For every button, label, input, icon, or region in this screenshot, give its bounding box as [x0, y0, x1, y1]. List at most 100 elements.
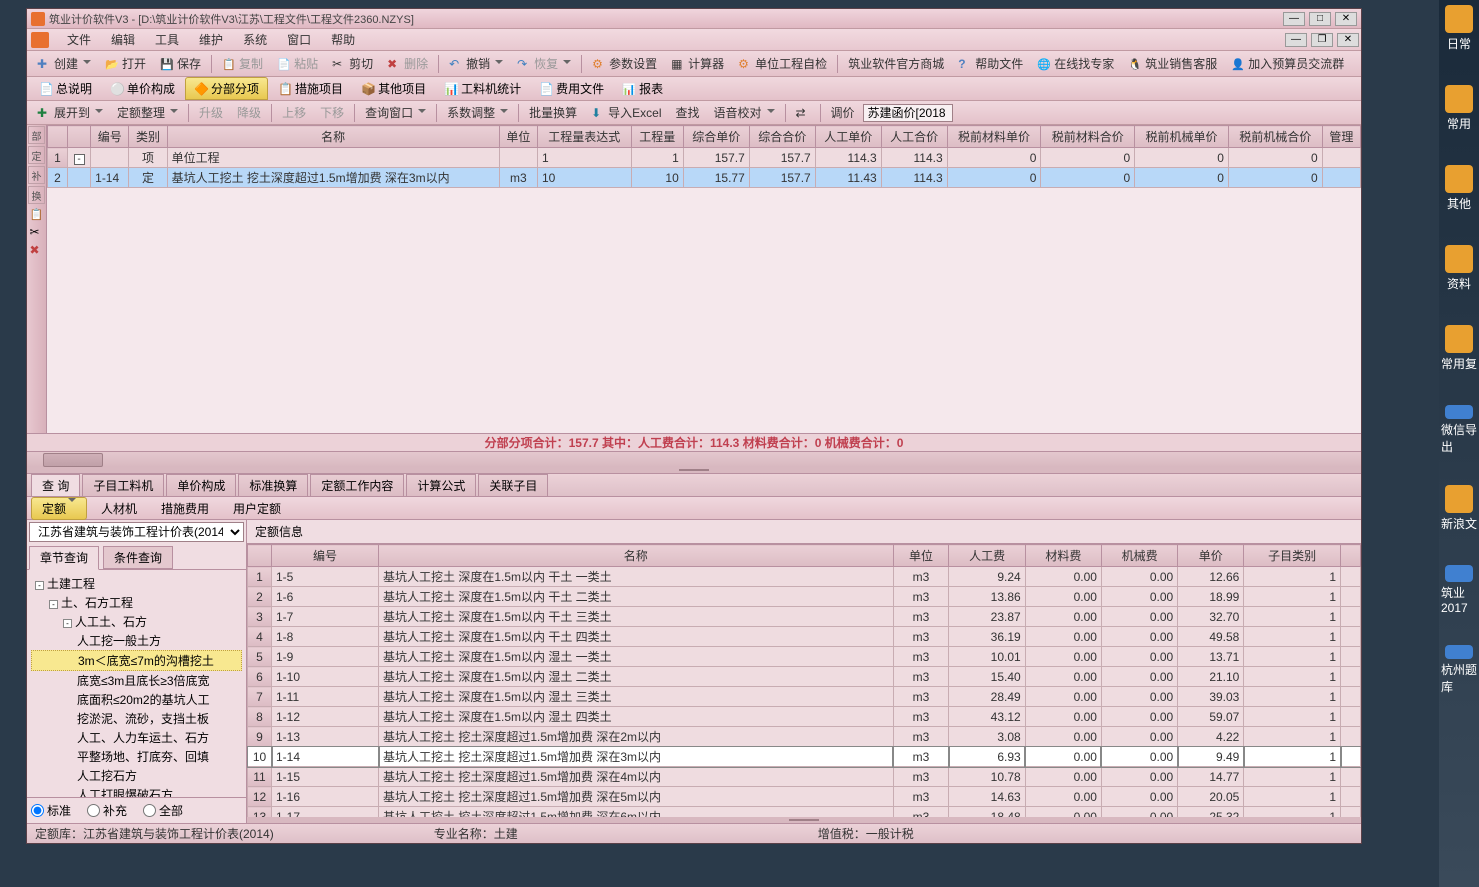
tab-measures[interactable]: 📋措施项目 — [270, 78, 351, 99]
tree-node[interactable]: 底宽≤3m且底长≥3倍底宽 — [31, 671, 242, 690]
bottom-toolbar-btn[interactable]: 人材机 — [91, 498, 147, 519]
upgrade-button[interactable]: 升级 — [193, 102, 229, 123]
table-row[interactable]: 131-17基坑人工挖土 挖土深度超过1.5m增加费 深在6m以内m318.48… — [248, 807, 1361, 818]
menu-edit[interactable]: 编辑 — [101, 29, 145, 50]
desktop-icon[interactable]: 微信导出 — [1441, 405, 1477, 455]
redo-button[interactable]: 恢复 — [511, 53, 577, 74]
tree-node[interactable]: -土、石方工程 — [31, 593, 242, 612]
tree-node[interactable]: 人工挖一般土方 — [31, 631, 242, 650]
tab-unit-price[interactable]: ⚪单价构成 — [102, 78, 183, 99]
new-button[interactable]: 创建 — [31, 53, 97, 74]
downgrade-button[interactable]: 降级 — [231, 102, 267, 123]
tree-node[interactable]: 人工打眼爆破石方 — [31, 785, 242, 797]
tree-node[interactable]: 挖淤泥、流砂，支挡土板 — [31, 709, 242, 728]
desktop-icon[interactable]: 常用复 — [1441, 325, 1477, 375]
table-row[interactable]: 21-14定基坑人工挖土 挖土深度超过1.5m增加费 深在3m以内m310101… — [48, 168, 1361, 188]
table-row[interactable]: 61-10基坑人工挖土 深度在1.5m以内 湿土 二类土m315.400.000… — [248, 667, 1361, 687]
tab-other[interactable]: 📦其他项目 — [353, 78, 434, 99]
cut-button[interactable]: 剪切 — [326, 53, 379, 74]
desktop-icon[interactable]: 筑业2017 — [1441, 565, 1477, 615]
tree-node[interactable]: -土建工程 — [31, 574, 242, 593]
table-row[interactable]: 81-12基坑人工挖土 深度在1.5m以内 湿土 四类土m343.120.000… — [248, 707, 1361, 727]
detail-table-scroll[interactable]: 编号名称单位人工费材料费机械费单价子目类别11-5基坑人工挖土 深度在1.5m以… — [247, 544, 1361, 817]
menu-file[interactable]: 文件 — [57, 29, 101, 50]
store-button[interactable]: 筑业软件官方商城 — [842, 53, 950, 74]
table-row[interactable]: 31-7基坑人工挖土 深度在1.5m以内 干土 三类土m323.870.000.… — [248, 607, 1361, 627]
sidebar-tool-icon[interactable] — [30, 207, 44, 221]
h-scrollbar[interactable] — [27, 451, 1361, 467]
bottom-tab[interactable]: 计算公式 — [406, 474, 476, 496]
open-button[interactable]: 打开 — [99, 53, 152, 74]
radio-standard[interactable]: 标准 — [31, 802, 71, 819]
sections-table[interactable]: 编号类别名称单位工程量表达式工程量综合单价综合合价人工单价人工合价税前材料单价税… — [47, 125, 1361, 188]
move-down-button[interactable]: 下移 — [314, 102, 350, 123]
tree-node[interactable]: 底面积≤20m2的基坑人工 — [31, 690, 242, 709]
bottom-tab[interactable]: 查 询 — [31, 474, 80, 497]
detail-splitter[interactable] — [247, 817, 1361, 823]
expand-button[interactable]: 展开到 — [31, 102, 109, 123]
radio-supplement[interactable]: 补充 — [87, 802, 127, 819]
subtab-condition[interactable]: 条件查询 — [103, 546, 173, 569]
paste-button[interactable]: 粘贴 — [271, 53, 324, 74]
menu-window[interactable]: 窗口 — [277, 29, 321, 50]
voice-button[interactable]: 语音校对 — [708, 102, 781, 123]
bottom-tab[interactable]: 子目工料机 — [82, 474, 164, 496]
copy-button[interactable]: 复制 — [216, 53, 269, 74]
bottom-tab[interactable]: 关联子目 — [478, 474, 548, 496]
calculator-button[interactable]: 计算器 — [665, 53, 730, 74]
table-row[interactable]: 41-8基坑人工挖土 深度在1.5m以内 干土 四类土m336.190.000.… — [248, 627, 1361, 647]
tree-node[interactable]: -人工土、石方 — [31, 612, 242, 631]
desktop-icon[interactable]: 常用 — [1441, 85, 1477, 135]
swap-button[interactable] — [790, 104, 816, 122]
undo-button[interactable]: 撤销 — [443, 53, 509, 74]
tab-sections[interactable]: 🔶分部分项 — [185, 77, 268, 100]
save-button[interactable]: 保存 — [154, 53, 207, 74]
export-excel-button[interactable]: 导入Excel — [585, 102, 667, 123]
params-button[interactable]: 参数设置 — [586, 53, 663, 74]
minimize-button[interactable]: — — [1283, 12, 1305, 26]
find-button[interactable]: 查找 — [670, 102, 706, 123]
sidebar-item[interactable]: 换 — [28, 186, 45, 204]
chapter-tree[interactable]: -土建工程-土、石方工程-人工土、石方人工挖一般土方3m＜底宽≤7m的沟槽挖土底… — [27, 570, 246, 797]
query-window-button[interactable]: 查询窗口 — [359, 102, 432, 123]
mdi-close[interactable]: ✕ — [1337, 33, 1359, 47]
desktop-icon[interactable]: 资料 — [1441, 245, 1477, 295]
mdi-restore[interactable]: ❐ — [1311, 33, 1333, 47]
bottom-tab[interactable]: 标准换算 — [238, 474, 308, 496]
subtab-chapter[interactable]: 章节查询 — [29, 546, 99, 570]
desktop-icon[interactable]: 日常 — [1441, 5, 1477, 55]
table-row[interactable]: 1-项单位工程11157.7157.7114.3114.30000 — [48, 148, 1361, 168]
delete-button[interactable]: 删除 — [381, 53, 434, 74]
adjust-price-button[interactable]: 调价 — [825, 102, 861, 123]
desktop-icon[interactable]: 其他 — [1441, 165, 1477, 215]
tree-node[interactable]: 3m＜底宽≤7m的沟槽挖土 — [31, 650, 242, 671]
group-button[interactable]: 加入预算员交流群 — [1225, 53, 1350, 74]
table-row[interactable]: 21-6基坑人工挖土 深度在1.5m以内 干土 二类土m313.860.000.… — [248, 587, 1361, 607]
bottom-tab[interactable]: 单价构成 — [166, 474, 236, 496]
sidebar-tool-icon[interactable] — [30, 225, 44, 239]
radio-all[interactable]: 全部 — [143, 802, 183, 819]
sidebar-item[interactable]: 定 — [28, 146, 45, 164]
move-up-button[interactable]: 上移 — [276, 102, 312, 123]
table-row[interactable]: 101-14基坑人工挖土 挖土深度超过1.5m增加费 深在3m以内m36.930… — [248, 747, 1361, 767]
menu-system[interactable]: 系统 — [233, 29, 277, 50]
online-expert-button[interactable]: 在线找专家 — [1031, 53, 1120, 74]
table-row[interactable]: 11-5基坑人工挖土 深度在1.5m以内 干土 一类土m39.240.000.0… — [248, 567, 1361, 587]
bottom-toolbar-btn[interactable]: 用户定额 — [223, 498, 291, 519]
desktop-icon[interactable]: 杭州题库 — [1441, 645, 1477, 695]
table-row[interactable]: 91-13基坑人工挖土 挖土深度超过1.5m增加费 深在2m以内m33.080.… — [248, 727, 1361, 747]
bottom-toolbar-btn[interactable]: 措施费用 — [151, 498, 219, 519]
helpfile-button[interactable]: 帮助文件 — [952, 53, 1029, 74]
tab-cost-file[interactable]: 📄费用文件 — [531, 78, 612, 99]
table-row[interactable]: 71-11基坑人工挖土 深度在1.5m以内 湿土 三类土m328.490.000… — [248, 687, 1361, 707]
tree-node[interactable]: 人工挖石方 — [31, 766, 242, 785]
top-table-scroll[interactable]: 编号类别名称单位工程量表达式工程量综合单价综合合价人工单价人工合价税前材料单价税… — [47, 125, 1361, 433]
sidebar-tool-icon[interactable] — [30, 243, 44, 257]
price-code-input[interactable] — [863, 104, 953, 122]
table-row[interactable]: 51-9基坑人工挖土 深度在1.5m以内 湿土 一类土m310.010.000.… — [248, 647, 1361, 667]
tab-report[interactable]: 报表 — [614, 78, 671, 99]
mdi-minimize[interactable]: — — [1285, 33, 1307, 47]
table-row[interactable]: 121-16基坑人工挖土 挖土深度超过1.5m增加费 深在5m以内m314.63… — [248, 787, 1361, 807]
bottom-tab[interactable]: 定额工作内容 — [310, 474, 404, 496]
quota-sort-button[interactable]: 定额整理 — [111, 102, 184, 123]
